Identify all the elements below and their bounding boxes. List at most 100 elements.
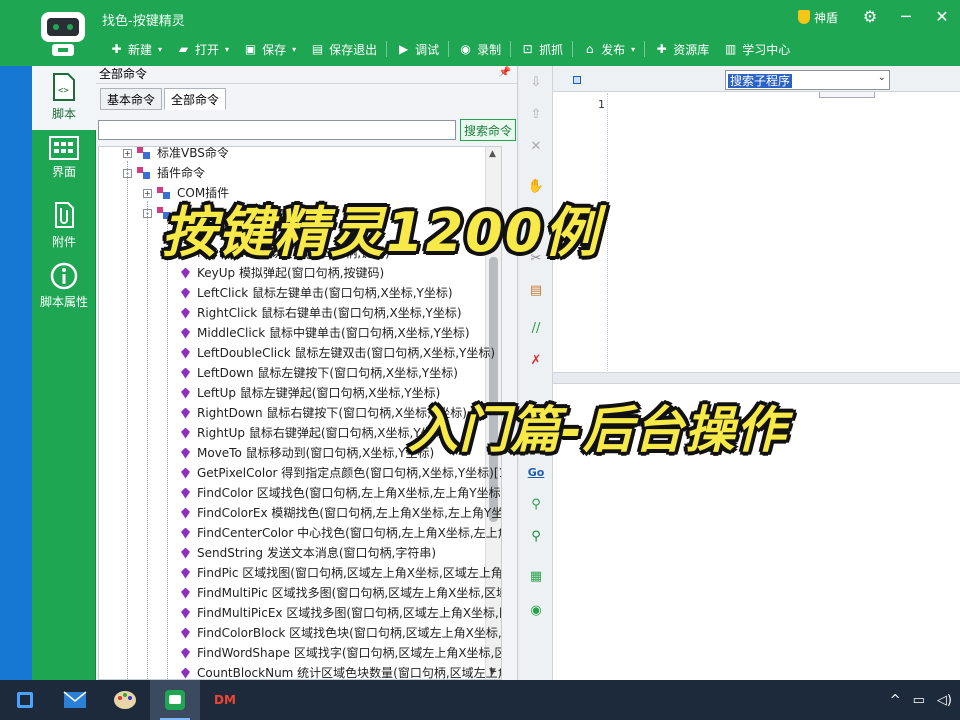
volume-icon[interactable]: ◁) <box>937 693 952 708</box>
shield-button[interactable]: 神盾 <box>784 9 852 26</box>
toolbar-label: 保存 <box>262 42 287 57</box>
toolbar-button-9[interactable]: ▥ 学习中心 <box>716 41 797 58</box>
command-item[interactable]: FindColor 区域找色(窗口句柄,左上角X坐标,左上角Y坐标, <box>181 483 501 503</box>
command-item[interactable]: FindPic 区域找图(窗口句柄,区域左上角X坐标,区域左上角Y <box>181 563 501 583</box>
tree-root-node[interactable]: - 插件命令 <box>123 163 205 183</box>
command-panel: 全部命令 📌 基本命令 全部命令 搜索命令 ▲ ▼ + 标准VBS命令 - 插件命令 +… <box>96 66 518 680</box>
command-item[interactable]: SendString 发送文本消息(窗口句柄,字符串) <box>181 543 436 563</box>
search-command-button[interactable]: 搜索命令 <box>460 119 516 141</box>
command-item[interactable]: LeftDoubleClick 鼠标左键双击(窗口句柄,X坐标,Y坐标) <box>181 343 495 363</box>
tab-all-commands[interactable]: 全部命令 <box>164 88 227 110</box>
editor-tab-icon[interactable] <box>573 76 581 84</box>
command-item[interactable]: LeftUp 鼠标左键弹起(窗口句柄,X坐标,Y坐标) <box>181 383 440 403</box>
paint-icon[interactable] <box>100 680 150 720</box>
command-item[interactable]: FindMultiPic 区域找多图(窗口句柄,区域左上角X坐标,区域 <box>181 583 501 603</box>
command-item[interactable]: FindColorBlock 区域找色块(窗口句柄,区域左上角X坐标,区 <box>181 623 501 643</box>
arrow-down-icon[interactable]: ⇩ <box>527 74 545 92</box>
command-gem-icon <box>181 647 190 659</box>
nav-label-script: 脚本 <box>51 107 76 121</box>
dm-app-icon[interactable]: DM <box>200 680 250 720</box>
tree-root-node[interactable]: + 标准VBS命令 <box>123 147 229 163</box>
paste-icon[interactable]: ▤ <box>527 282 545 300</box>
tree-expander[interactable]: + <box>143 188 152 198</box>
uncomment-icon[interactable]: ✗ <box>527 352 545 370</box>
command-gem-icon <box>181 267 190 279</box>
close-x-icon[interactable]: ✕ <box>527 138 545 156</box>
command-item[interactable]: LeftDown 鼠标左键按下(窗口句柄,X坐标,Y坐标) <box>181 363 458 383</box>
close-button[interactable]: ✕ <box>924 0 960 34</box>
command-item[interactable]: CountBlockNum 统计区域色块数量(窗口句柄,区域左上角 <box>181 663 501 679</box>
nav-item-script[interactable]: <> 脚本 <box>32 66 96 130</box>
left-nav: <> 脚本 界面 附件 脚本属性 <box>32 66 96 680</box>
nav-item-script-props[interactable]: 脚本属性 <box>32 262 96 318</box>
command-search-input[interactable] <box>98 120 456 140</box>
toolbar-button-8[interactable]: ✚ 资源库 <box>647 41 716 58</box>
mail-icon[interactable] <box>50 680 100 720</box>
toolbar-separator <box>510 41 512 57</box>
dropdown-arrow-icon[interactable]: ▾ <box>225 45 229 54</box>
anjian-app-icon[interactable] <box>150 680 200 720</box>
info-icon <box>50 262 78 290</box>
network-icon[interactable]: ▭ <box>913 693 925 708</box>
subroutine-select[interactable]: 搜索子程序 ⌄ <box>725 70 890 90</box>
command-item[interactable]: FindWordShape 区域找字(窗口句柄,区域左上角X坐标,区域 <box>181 643 502 663</box>
start-icon[interactable] <box>0 680 50 720</box>
app-logo-icon <box>41 12 85 56</box>
command-item[interactable]: MiddleClick 鼠标中键单击(窗口句柄,X坐标,Y坐标) <box>181 323 470 343</box>
command-label: FindWordShape 区域找字(窗口句柄,区域左上角X坐标,区域 <box>197 646 502 660</box>
command-item[interactable]: FindCenterColor 中心找色(窗口句柄,左上角X坐标,左上角 <box>181 523 501 543</box>
nav-item-attachment[interactable]: 附件 <box>32 200 96 256</box>
dropdown-arrow-icon[interactable]: ▾ <box>292 45 296 54</box>
command-label: LeftDown 鼠标左键按下(窗口句柄,X坐标,Y坐标) <box>197 366 458 380</box>
dropdown-arrow-icon[interactable]: ▾ <box>631 45 635 54</box>
resource-icon: ✚ <box>656 42 667 56</box>
goto-icon[interactable]: Go <box>527 464 545 482</box>
editor-splitter[interactable] <box>553 372 960 384</box>
svg-text:<>: <> <box>58 86 69 96</box>
toolbar-button-7[interactable]: ⌂ 发布 ▾ <box>575 41 642 58</box>
tab-basic-commands[interactable]: 基本命令 <box>100 88 163 110</box>
command-item[interactable]: MoveTo 鼠标移动到(窗口句柄,X坐标,Y坐标) <box>181 443 434 463</box>
command-item[interactable]: FindColorEx 模糊找色(窗口句柄,左上角X坐标,左上角Y坐 <box>181 503 501 523</box>
command-item[interactable]: LeftClick 鼠标左键单击(窗口句柄,X坐标,Y坐标) <box>181 283 453 303</box>
arrow-up-icon[interactable]: ⇧ <box>527 106 545 124</box>
settings-gear-icon[interactable]: ⚙ <box>852 0 888 34</box>
toolbar-button-6[interactable]: ⊡ 抓抓 <box>513 41 570 58</box>
comment-icon[interactable]: // <box>527 320 545 338</box>
toolbar-label: 打开 <box>195 42 220 57</box>
command-gem-icon <box>181 467 190 479</box>
tray-expand-icon[interactable]: ^ <box>890 693 901 708</box>
command-item[interactable]: GetPixelColor 得到指定点颜色(窗口句柄,X坐标,Y坐标)[16 <box>181 463 501 483</box>
chevron-down-icon: ⌄ <box>877 72 886 83</box>
pin-icon[interactable]: 📌 <box>499 67 511 78</box>
minimize-button[interactable]: ─ <box>888 0 924 34</box>
toolbar-separator <box>572 41 574 57</box>
find-icon[interactable]: ⚲ <box>527 496 545 514</box>
command-label: MiddleClick 鼠标中键单击(窗口句柄,X坐标,Y坐标) <box>197 326 470 340</box>
tree-expander[interactable]: + <box>123 148 132 158</box>
list-icon[interactable]: ▦ <box>527 568 545 586</box>
command-item[interactable]: RightClick 鼠标右键单击(窗口句柄,X坐标,Y坐标) <box>181 303 462 323</box>
overlay-title: 按键精灵1200例 <box>162 201 601 264</box>
replace-icon[interactable]: ⚲ <box>527 528 545 546</box>
toolbar-button-4[interactable]: ▶ 调试 <box>389 41 446 58</box>
command-item[interactable]: FindMultiPicEx 区域找多图(窗口句柄,区域左上角X坐标,区 <box>181 603 501 623</box>
toolbar-button-2[interactable]: ▣ 保存 ▾ <box>236 41 303 58</box>
toolbar-button-0[interactable]: ✚ 新建 ▾ <box>102 41 169 58</box>
toolbar-separator <box>448 41 450 57</box>
toolbar-button-3[interactable]: ▤ 保存退出 <box>303 41 384 58</box>
command-tabs: 基本命令 全部命令 <box>100 88 228 110</box>
eye-icon[interactable]: ◉ <box>527 602 545 620</box>
toolbar-label: 资源库 <box>673 42 710 57</box>
toolbar-label: 调试 <box>415 42 440 57</box>
tree-node-label: 插件命令 <box>157 166 206 180</box>
nav-item-ui[interactable]: 界面 <box>32 134 96 188</box>
toolbar-label: 发布 <box>601 42 626 57</box>
system-tray: ^ ▭ ◁) <box>890 680 952 720</box>
desktop-strip <box>0 0 32 680</box>
toolbar-button-1[interactable]: ▰ 打开 ▾ <box>169 41 236 58</box>
study-icon: ▥ <box>725 42 737 56</box>
dropdown-arrow-icon[interactable]: ▾ <box>158 45 162 54</box>
scroll-up-icon[interactable]: ▲ <box>489 149 496 159</box>
toolbar-button-5[interactable]: ◉ 录制 <box>451 41 508 58</box>
